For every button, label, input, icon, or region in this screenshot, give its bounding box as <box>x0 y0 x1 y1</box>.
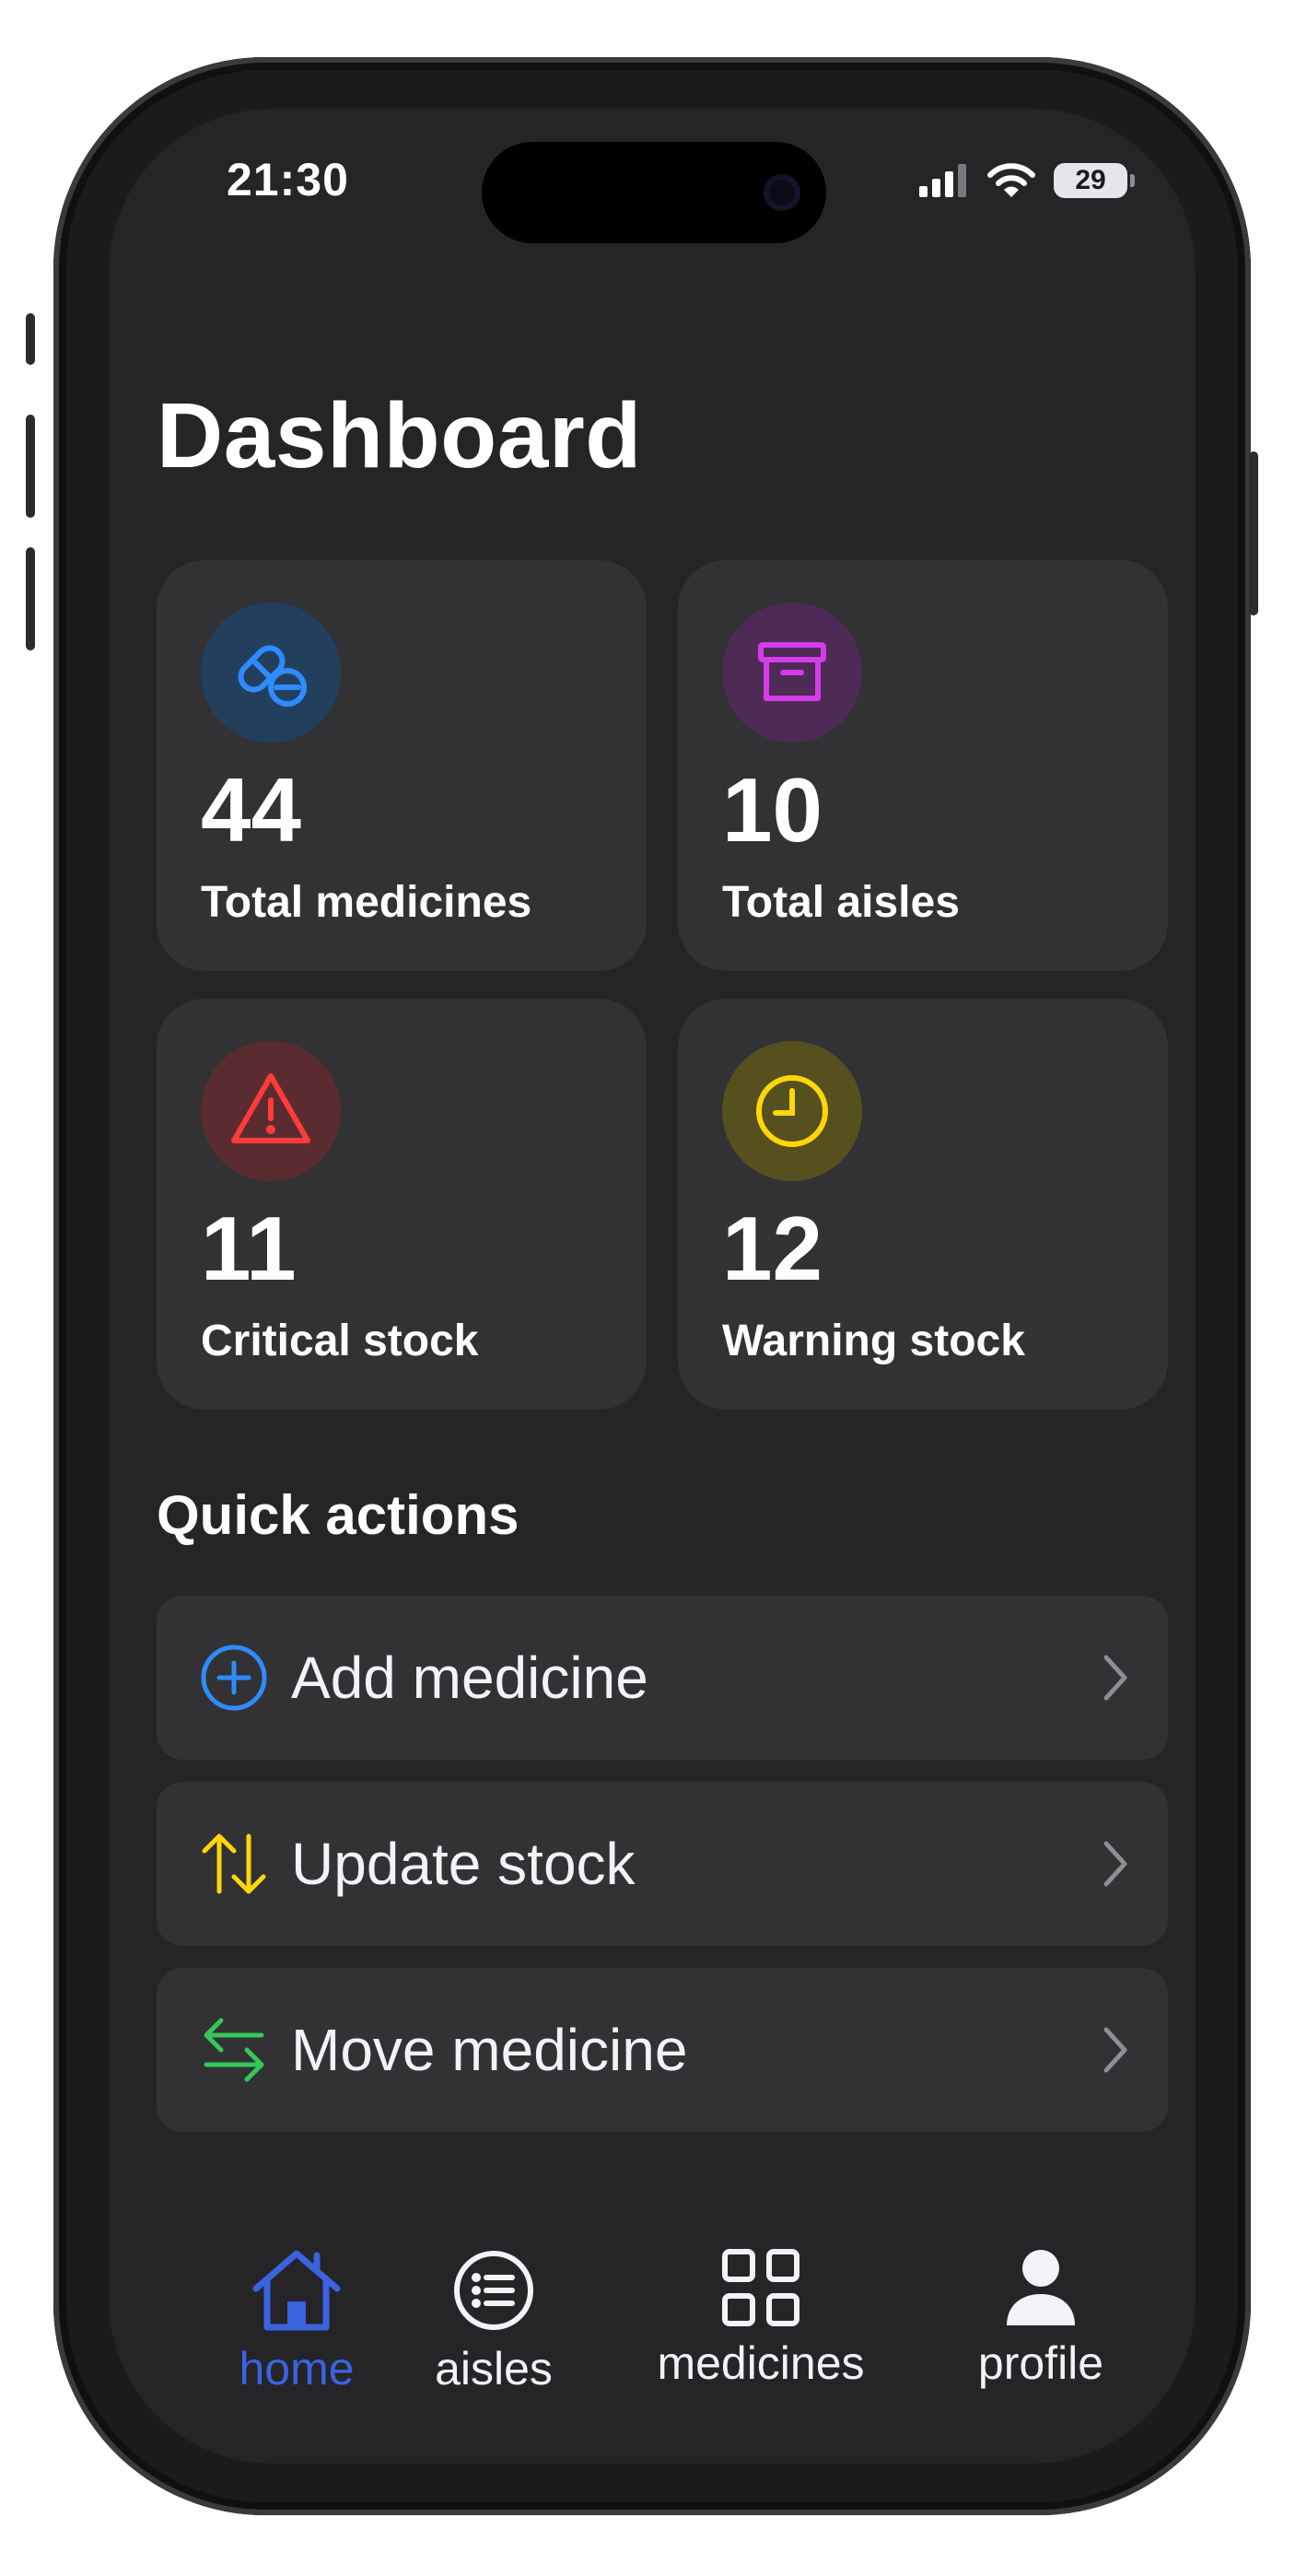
house-icon <box>252 2250 341 2331</box>
status-icons: 29 <box>917 162 1135 199</box>
stat-card-total-medicines[interactable]: 44 Total medicines <box>157 560 647 971</box>
action-label: Update stock <box>291 1831 636 1897</box>
update-stock-button[interactable]: Update stock <box>157 1782 1168 1946</box>
tab-label: aisles <box>435 2343 553 2395</box>
arrows-up-down-icon <box>197 1827 271 1901</box>
stat-card-total-aisles[interactable]: 10 Total aisles <box>678 560 1168 971</box>
stat-value: 10 <box>722 759 823 861</box>
chevron-right-icon <box>1103 1841 1127 1887</box>
stat-value: 11 <box>201 1198 297 1299</box>
power-button <box>1249 451 1258 615</box>
tab-label: medicines <box>657 2337 865 2389</box>
add-medicine-button[interactable]: Add medicine <box>157 1596 1168 1760</box>
stat-value: 12 <box>722 1198 823 1299</box>
move-medicine-button[interactable]: Move medicine <box>157 1968 1168 2132</box>
stat-value: 44 <box>201 759 302 861</box>
cellular-signal-icon <box>919 164 966 197</box>
grid-icon <box>722 2249 799 2326</box>
page-title: Dashboard <box>157 384 642 487</box>
stat-card-warning-stock[interactable]: 12 Warning stock <box>678 999 1168 1410</box>
action-label: Move medicine <box>291 2017 688 2083</box>
volume-up-button <box>26 415 35 518</box>
warning-triangle-icon <box>201 1041 341 1181</box>
stat-card-critical-stock[interactable]: 11 Critical stock <box>157 999 647 1410</box>
tab-home[interactable]: home <box>204 2246 389 2395</box>
tab-label: home <box>239 2343 355 2395</box>
dynamic-island <box>482 142 826 243</box>
wifi-icon <box>987 163 1035 197</box>
list-circle-icon <box>454 2251 533 2330</box>
tab-aisles[interactable]: aisles <box>420 2246 567 2395</box>
camera-lens <box>764 174 800 211</box>
clock-icon <box>722 1041 862 1181</box>
stat-label: Warning stock <box>722 1317 1025 1365</box>
archive-box-icon <box>722 603 862 743</box>
stat-label: Total aisles <box>722 878 960 927</box>
arrows-left-right-icon <box>197 2013 271 2087</box>
tab-label: profile <box>977 2337 1104 2389</box>
chevron-right-icon <box>1103 2027 1127 2073</box>
tab-profile[interactable]: profile <box>949 2246 1133 2390</box>
stat-label: Total medicines <box>201 878 532 927</box>
chevron-right-icon <box>1103 1655 1127 1701</box>
plus-circle-icon <box>197 1641 271 1715</box>
pills-icon <box>201 603 341 743</box>
action-button <box>26 313 35 365</box>
tab-medicines[interactable]: medicines <box>650 2246 871 2390</box>
app-screen: 21:30 29 Dashboard 44 Total medicines 10… <box>109 109 1196 2464</box>
volume-down-button <box>26 547 35 650</box>
status-time: 21:30 <box>227 154 349 205</box>
battery-icon: 29 <box>1054 163 1135 198</box>
person-icon <box>1007 2250 1075 2325</box>
stat-label: Critical stock <box>201 1317 479 1365</box>
action-label: Add medicine <box>291 1645 648 1711</box>
section-title-quick-actions: Quick actions <box>157 1484 519 1546</box>
tab-bar: home aisles medicines profile <box>109 2246 1196 2412</box>
